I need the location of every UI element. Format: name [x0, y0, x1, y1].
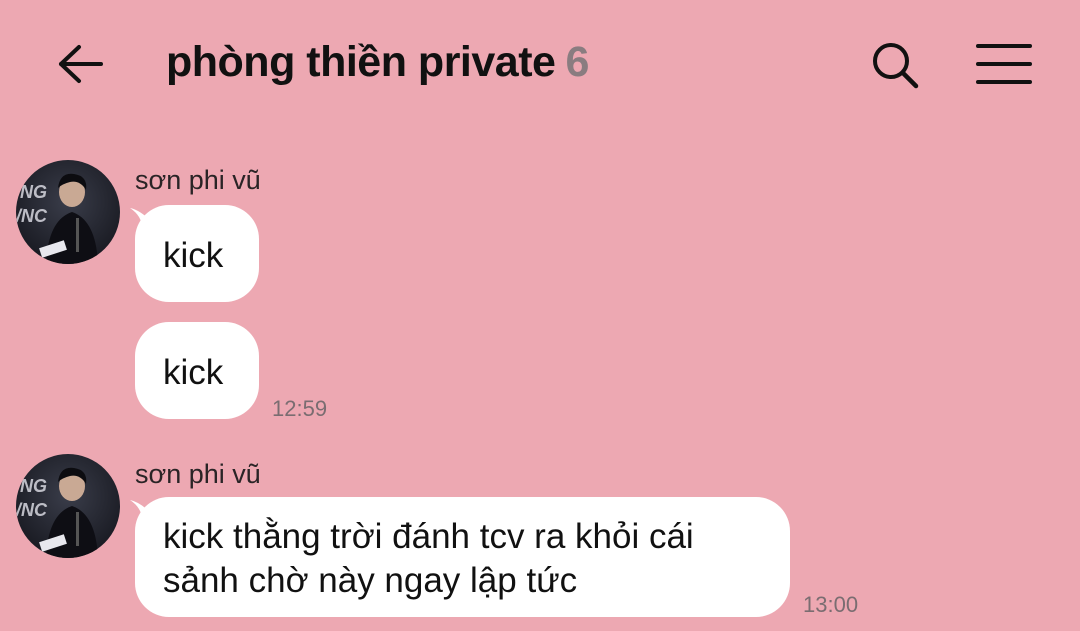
- sender-name: sơn phi vũ: [135, 165, 261, 195]
- message-bubble[interactable]: kick: [135, 205, 259, 302]
- search-button[interactable]: [866, 36, 924, 94]
- message-time: 13:00: [803, 592, 859, 617]
- sender-name: sơn phi vũ: [135, 459, 261, 489]
- search-icon: [873, 43, 919, 89]
- group-name: phòng thiền private: [166, 38, 556, 86]
- chat-title: phòng thiền private 6: [166, 38, 589, 87]
- message-bubble[interactable]: kick: [135, 322, 259, 419]
- back-button[interactable]: [50, 36, 110, 92]
- svg-text:NG: NG: [20, 476, 47, 496]
- message-text: kick: [163, 353, 224, 392]
- avatar-image: NG /NC: [16, 160, 120, 264]
- message-time: 12:59: [272, 396, 328, 421]
- sender-avatar[interactable]: NG /NC: [16, 160, 120, 264]
- arrow-left-icon: [59, 45, 103, 83]
- sender-avatar[interactable]: NG /NC: [16, 454, 120, 558]
- message-text: kick: [163, 236, 224, 275]
- message-text-line-2: sảnh chờ này ngay lập tức: [163, 561, 578, 600]
- message-text-line-1: kick thằng trời đánh tcv ra khỏi cái: [163, 517, 694, 556]
- avatar-image: NG /NC: [16, 454, 120, 558]
- hamburger-menu-icon: [976, 44, 1032, 84]
- member-count: 6: [565, 38, 589, 86]
- message-bubble[interactable]: kick thằng trời đánh tcv ra khỏi cái sản…: [135, 497, 790, 617]
- svg-text:/NC: /NC: [16, 500, 48, 520]
- menu-button[interactable]: [972, 38, 1036, 90]
- svg-text:NG: NG: [20, 182, 47, 202]
- chat-screen: phòng thiền private 6 NG /NC sơn phi vũ …: [0, 0, 1080, 631]
- svg-text:/NC: /NC: [16, 206, 48, 226]
- chat-header: phòng thiền private 6: [0, 0, 1080, 130]
